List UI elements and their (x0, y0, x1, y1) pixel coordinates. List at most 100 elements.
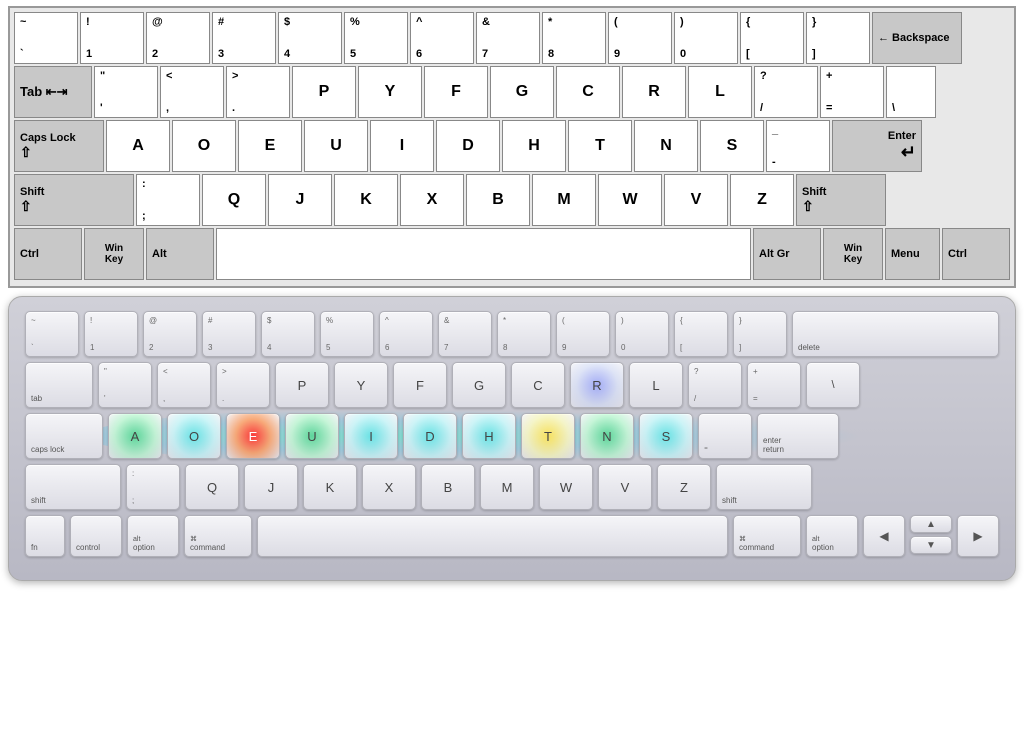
key-G[interactable]: G (490, 66, 554, 118)
mac-key-N[interactable]: N (580, 413, 634, 459)
mac-key-X[interactable]: X (362, 464, 416, 510)
mac-key-arrow-up[interactable]: ▲ (910, 515, 952, 533)
mac-key-arrow-down[interactable]: ▼ (910, 536, 952, 554)
key-A[interactable]: A (106, 120, 170, 172)
mac-key-3[interactable]: #3 (202, 311, 256, 357)
key-win-right[interactable]: WinKey (823, 228, 883, 280)
key-D[interactable]: D (436, 120, 500, 172)
key-K[interactable]: K (334, 174, 398, 226)
key-semicolon[interactable]: :; (136, 174, 200, 226)
key-rbracket[interactable]: }] (806, 12, 870, 64)
mac-key-P[interactable]: P (275, 362, 329, 408)
mac-key-J[interactable]: J (244, 464, 298, 510)
mac-key-space[interactable] (257, 515, 728, 557)
mac-key-O[interactable]: O (167, 413, 221, 459)
mac-key-Q[interactable]: Q (185, 464, 239, 510)
mac-key-S[interactable]: S (639, 413, 693, 459)
key-H[interactable]: H (502, 120, 566, 172)
key-O[interactable]: O (172, 120, 236, 172)
mac-key-option-left[interactable]: altoption (127, 515, 179, 557)
key-comma[interactable]: <, (160, 66, 224, 118)
mac-key-control[interactable]: control (70, 515, 122, 557)
mac-key-B[interactable]: B (421, 464, 475, 510)
key-shift-left[interactable]: Shift ⇧ (14, 174, 134, 226)
key-ctrl-right[interactable]: Ctrl (942, 228, 1010, 280)
key-backspace[interactable]: ← Backspace (872, 12, 962, 64)
mac-key-I[interactable]: I (344, 413, 398, 459)
mac-key-G[interactable]: G (452, 362, 506, 408)
key-E[interactable]: E (238, 120, 302, 172)
key-menu[interactable]: Menu (885, 228, 940, 280)
key-enter[interactable]: Enter ↵ (832, 120, 922, 172)
key-5[interactable]: %5 (344, 12, 408, 64)
mac-key-shift-left[interactable]: shift (25, 464, 121, 510)
mac-key-dot[interactable]: >. (216, 362, 270, 408)
mac-key-5[interactable]: %5 (320, 311, 374, 357)
key-I[interactable]: I (370, 120, 434, 172)
mac-key-command-right[interactable]: ⌘command (733, 515, 801, 557)
key-6[interactable]: ^6 (410, 12, 474, 64)
mac-key-0[interactable]: )0 (615, 311, 669, 357)
key-L[interactable]: L (688, 66, 752, 118)
mac-key-backslash[interactable]: \ (806, 362, 860, 408)
key-R[interactable]: R (622, 66, 686, 118)
mac-key-rbracket[interactable]: }] (733, 311, 787, 357)
key-minus[interactable]: _- (766, 120, 830, 172)
key-M[interactable]: M (532, 174, 596, 226)
mac-key-W[interactable]: W (539, 464, 593, 510)
key-N[interactable]: N (634, 120, 698, 172)
mac-key-lbracket[interactable]: {[ (674, 311, 728, 357)
mac-key-1[interactable]: !1 (84, 311, 138, 357)
key-slash[interactable]: ?/ (754, 66, 818, 118)
key-space[interactable] (216, 228, 751, 280)
mac-key-2[interactable]: @2 (143, 311, 197, 357)
mac-key-tilde[interactable]: ~` (25, 311, 79, 357)
key-C[interactable]: C (556, 66, 620, 118)
mac-key-slash[interactable]: ?/ (688, 362, 742, 408)
mac-key-enter[interactable]: enterreturn (757, 413, 839, 459)
key-win-left[interactable]: WinKey (84, 228, 144, 280)
mac-key-quote[interactable]: "' (98, 362, 152, 408)
mac-key-E[interactable]: E (226, 413, 280, 459)
key-lbracket[interactable]: {[ (740, 12, 804, 64)
mac-key-U[interactable]: U (285, 413, 339, 459)
key-3[interactable]: #3 (212, 12, 276, 64)
key-Z[interactable]: Z (730, 174, 794, 226)
key-F[interactable]: F (424, 66, 488, 118)
key-alt-left[interactable]: Alt (146, 228, 214, 280)
mac-key-V[interactable]: V (598, 464, 652, 510)
key-backslash[interactable]: \ (886, 66, 936, 118)
key-2[interactable]: @2 (146, 12, 210, 64)
mac-key-option-right[interactable]: altoption (806, 515, 858, 557)
key-ctrl-left[interactable]: Ctrl (14, 228, 82, 280)
mac-key-semicolon[interactable]: :; (126, 464, 180, 510)
mac-key-6[interactable]: ^6 (379, 311, 433, 357)
key-7[interactable]: &7 (476, 12, 540, 64)
mac-key-Z[interactable]: Z (657, 464, 711, 510)
mac-key-9[interactable]: (9 (556, 311, 610, 357)
mac-key-D[interactable]: D (403, 413, 457, 459)
key-T[interactable]: T (568, 120, 632, 172)
key-S[interactable]: S (700, 120, 764, 172)
mac-key-command-left[interactable]: ⌘command (184, 515, 252, 557)
mac-key-T[interactable]: T (521, 413, 575, 459)
key-dot[interactable]: >. (226, 66, 290, 118)
key-P[interactable]: P (292, 66, 356, 118)
mac-key-F[interactable]: F (393, 362, 447, 408)
mac-key-arrow-right[interactable]: ▶ (957, 515, 999, 557)
mac-key-minus[interactable]: - (698, 413, 752, 459)
key-X[interactable]: X (400, 174, 464, 226)
mac-key-M[interactable]: M (480, 464, 534, 510)
key-J[interactable]: J (268, 174, 332, 226)
key-8[interactable]: *8 (542, 12, 606, 64)
mac-key-K[interactable]: K (303, 464, 357, 510)
key-quote[interactable]: "' (94, 66, 158, 118)
key-tab[interactable]: Tab ⇤⇥ (14, 66, 92, 118)
mac-key-Y[interactable]: Y (334, 362, 388, 408)
key-capslock[interactable]: Caps Lock ⇧ (14, 120, 104, 172)
mac-key-A[interactable]: A (108, 413, 162, 459)
key-equals[interactable]: += (820, 66, 884, 118)
mac-key-7[interactable]: &7 (438, 311, 492, 357)
mac-key-4[interactable]: $4 (261, 311, 315, 357)
mac-key-8[interactable]: *8 (497, 311, 551, 357)
